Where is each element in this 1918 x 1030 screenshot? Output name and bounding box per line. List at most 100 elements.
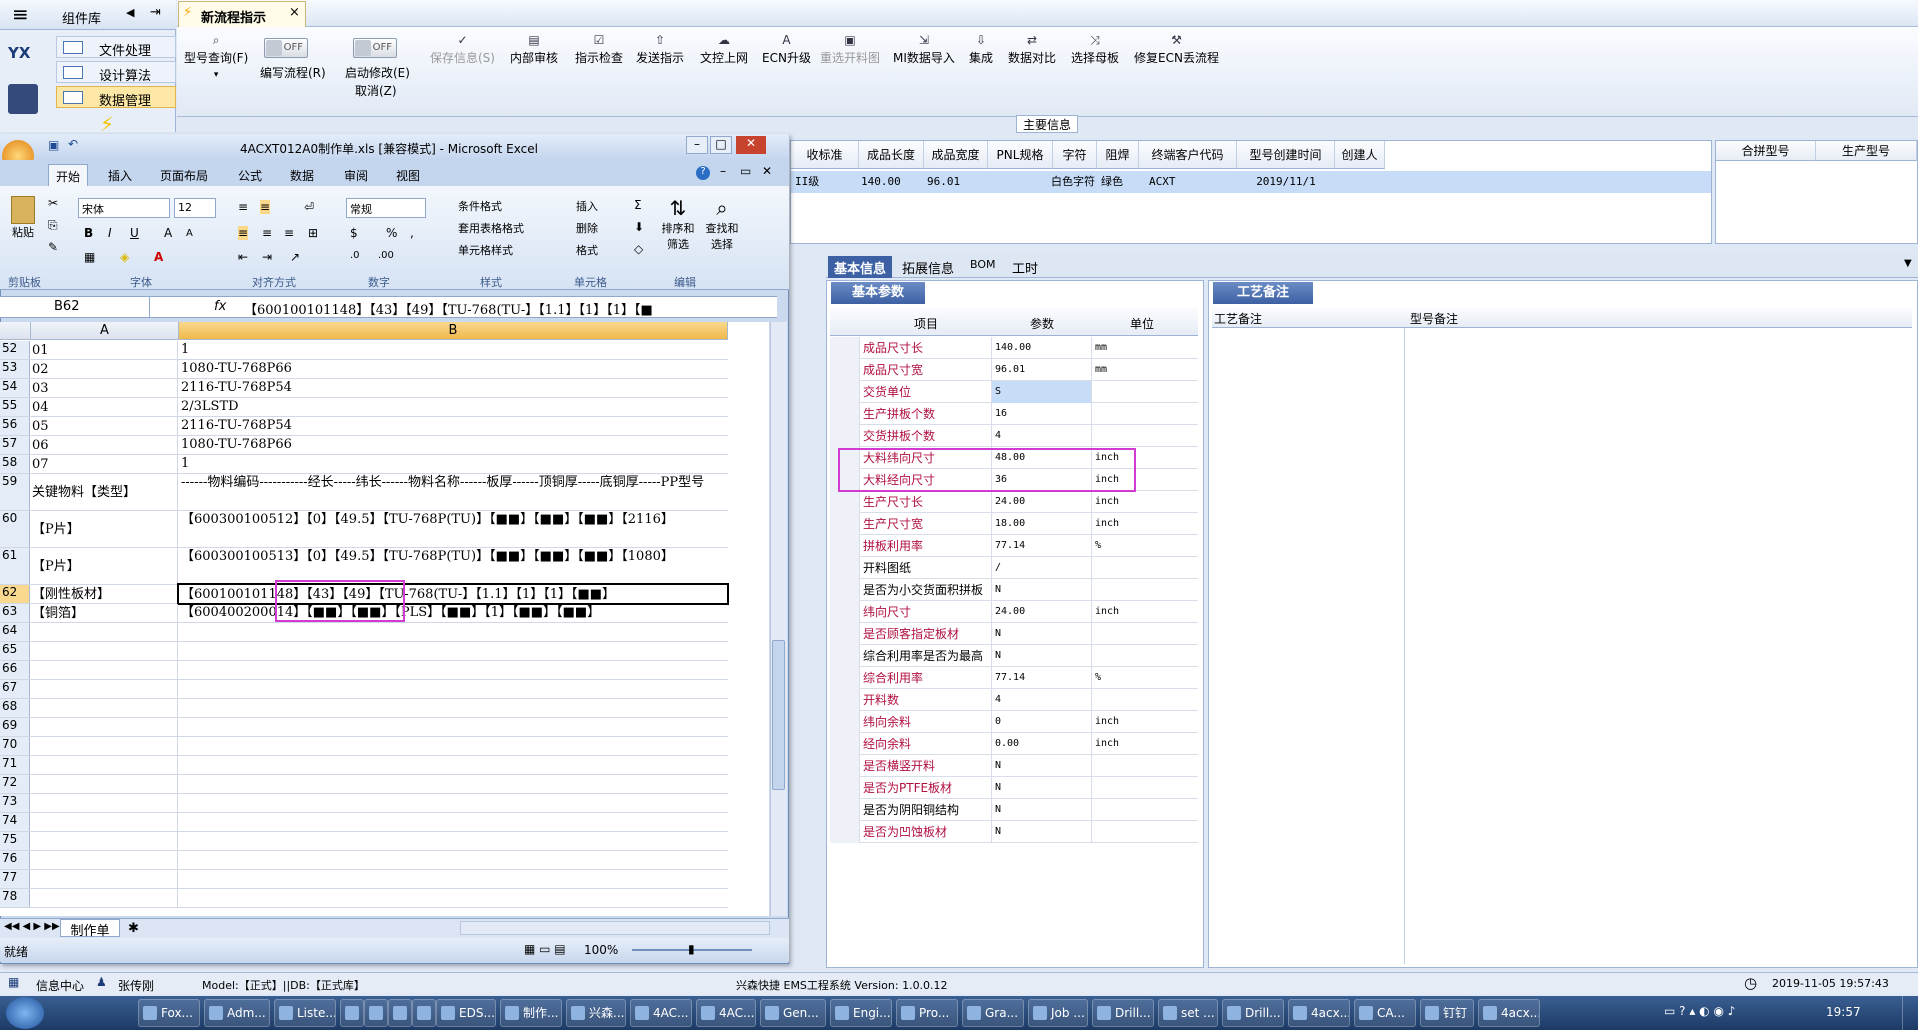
taskbar-button[interactable]: Liste... [274,999,336,1027]
table-row[interactable]: 74 [0,813,728,832]
font-size-select[interactable]: 12 [174,198,216,218]
taskbar-button[interactable] [340,999,364,1027]
doc-control-online-button[interactable]: ☁ 文控上网 [700,34,748,66]
cell-a[interactable]: 02 [31,360,178,378]
merge-cells-icon[interactable]: ⊞ [308,226,318,240]
param-value[interactable]: 16 [992,403,1092,425]
cell-b[interactable]: 1080-TU-768P66 [179,360,727,378]
maximize-icon[interactable]: □ [710,136,732,154]
model-query-button[interactable]: ⌕ 型号查询(F) ▾ [184,34,248,80]
table-row[interactable]: 66 [0,661,728,680]
table-row[interactable]: 78 [0,889,728,908]
cell-b[interactable] [179,775,727,793]
row-header[interactable]: 65 [0,642,30,660]
cancel-button[interactable]: 取消(Z) [355,82,397,99]
cell-b[interactable]: 【600400200014】【■■】【■■】【PLS】【■■】【1】【■■】【■… [179,604,727,622]
column-header[interactable]: 型号备注 [1410,310,1458,327]
cell-b[interactable] [179,699,727,717]
close-icon[interactable]: × [289,5,300,20]
param-value[interactable]: 0.00 [992,733,1092,755]
param-value[interactable]: N [992,777,1092,799]
cell-b[interactable] [179,794,727,812]
table-row[interactable]: 75 [0,832,728,851]
taskbar-button[interactable]: Job ... [1028,999,1088,1027]
table-row[interactable]: 69 [0,718,728,737]
table-row[interactable]: 57 06 1080-TU-768P66 [0,436,728,455]
taskbar-button[interactable] [364,999,388,1027]
select-motherboard-button[interactable]: ⤨ 选择母板 [1071,34,1119,66]
column-header[interactable]: 型号创建时间 [1237,141,1335,169]
param-row[interactable]: 纬向余料 0 inch [830,711,1198,733]
table-row[interactable]: 72 [0,775,728,794]
column-header-b[interactable]: B [179,322,728,340]
formula-input[interactable]: 【600100101148】【43】【49】【TU-768(TU-】【1.1】【… [244,299,764,318]
table-row[interactable]: 54 03 2116-TU-768P54 [0,379,728,398]
param-value[interactable]: 77.14 [992,667,1092,689]
tab-insert[interactable]: 插入 [108,167,132,184]
horizontal-scrollbar[interactable] [460,921,770,935]
info-center-link[interactable]: 信息中心 [36,977,84,994]
cell-a[interactable] [31,832,178,850]
cell-a[interactable]: 【P片】 [31,511,178,547]
paste-button[interactable]: 粘贴 [8,196,38,246]
column-header-a[interactable]: A [31,322,179,340]
find-select-button[interactable]: ⌕ 查找和选择 [702,196,742,252]
row-header[interactable]: 60 [0,511,30,547]
orientation-icon[interactable]: ↗ [290,250,300,264]
param-value[interactable]: / [992,557,1092,579]
tab-view[interactable]: 视图 [396,167,420,184]
param-row[interactable]: 综合利用率 77.14% [830,667,1198,689]
internal-review-button[interactable]: ▤ 内部审核 [510,34,558,66]
help-icon[interactable]: ? [696,166,710,180]
row-header[interactable]: 74 [0,813,30,831]
param-value[interactable]: 77.14 [992,535,1092,557]
cell-b[interactable] [179,623,727,641]
tab-basic-info[interactable]: 基本信息 [828,256,893,278]
cell-a[interactable] [31,661,178,679]
tab-data[interactable]: 数据 [290,167,314,184]
indent-icon[interactable]: ⇤ [238,250,248,264]
fill-color-icon[interactable]: ◈ [120,250,129,264]
zoom-level[interactable]: 100% [584,943,618,957]
param-value[interactable]: 24.00 [992,491,1092,513]
column-header[interactable]: 单位 [1092,315,1192,332]
param-row[interactable]: 生产尺寸宽 18.00 inch [830,513,1198,535]
param-value[interactable]: N [992,645,1092,667]
align-right-icon[interactable]: ≡ [284,226,294,240]
menu-icon[interactable]: ≡ [12,4,29,24]
close-icon[interactable]: ✕ [736,136,766,154]
taskbar-button[interactable]: 钉钉 [1420,999,1474,1027]
wrap-text-icon[interactable]: ⏎ [304,200,314,214]
table-row[interactable]: 64 [0,623,728,642]
column-header[interactable]: 收标准 [791,141,859,169]
table-row[interactable]: 77 [0,870,728,889]
table-row[interactable]: 53 02 1080-TU-768P66 [0,360,728,379]
tab-extended-info[interactable]: 拓展信息 [896,256,960,278]
taskbar-button[interactable]: EDS... [436,999,496,1027]
vertical-scrollbar[interactable] [770,322,787,916]
sort-filter-button[interactable]: ⇅ 排序和筛选 [660,196,696,252]
param-row[interactable]: 交货拼板个数 4 [830,425,1198,447]
cell-a[interactable]: 04 [31,398,178,416]
cell-a[interactable] [31,623,178,641]
row-header[interactable]: 55 [0,398,30,416]
start-modify-toggle[interactable]: OFF [353,38,397,58]
name-box[interactable]: B62 [0,297,150,317]
table-row[interactable]: 67 [0,680,728,699]
param-value[interactable]: 4 [992,689,1092,711]
row-header[interactable]: 58 [0,455,30,473]
pin-icon[interactable]: ⇥ [150,5,161,20]
column-header[interactable]: 工艺备注 [1214,310,1262,327]
tab-home[interactable]: 开始 [48,164,88,186]
decrease-decimal-icon[interactable]: .00 [378,250,394,261]
taskbar-button[interactable]: Fox... [138,999,200,1027]
minimize-icon[interactable]: – [720,164,726,178]
taskbar-button[interactable]: 4acx... [1288,999,1350,1027]
param-value[interactable]: N [992,799,1092,821]
row-header[interactable]: 67 [0,680,30,698]
cell-b[interactable]: 1 [179,341,727,359]
view-buttons[interactable]: ▦ ▭ ▤ [524,942,566,956]
row-header[interactable]: 52 [0,341,30,359]
increase-decimal-icon[interactable]: .0 [350,250,360,261]
cell-b[interactable]: 2/3LSTD [179,398,727,416]
